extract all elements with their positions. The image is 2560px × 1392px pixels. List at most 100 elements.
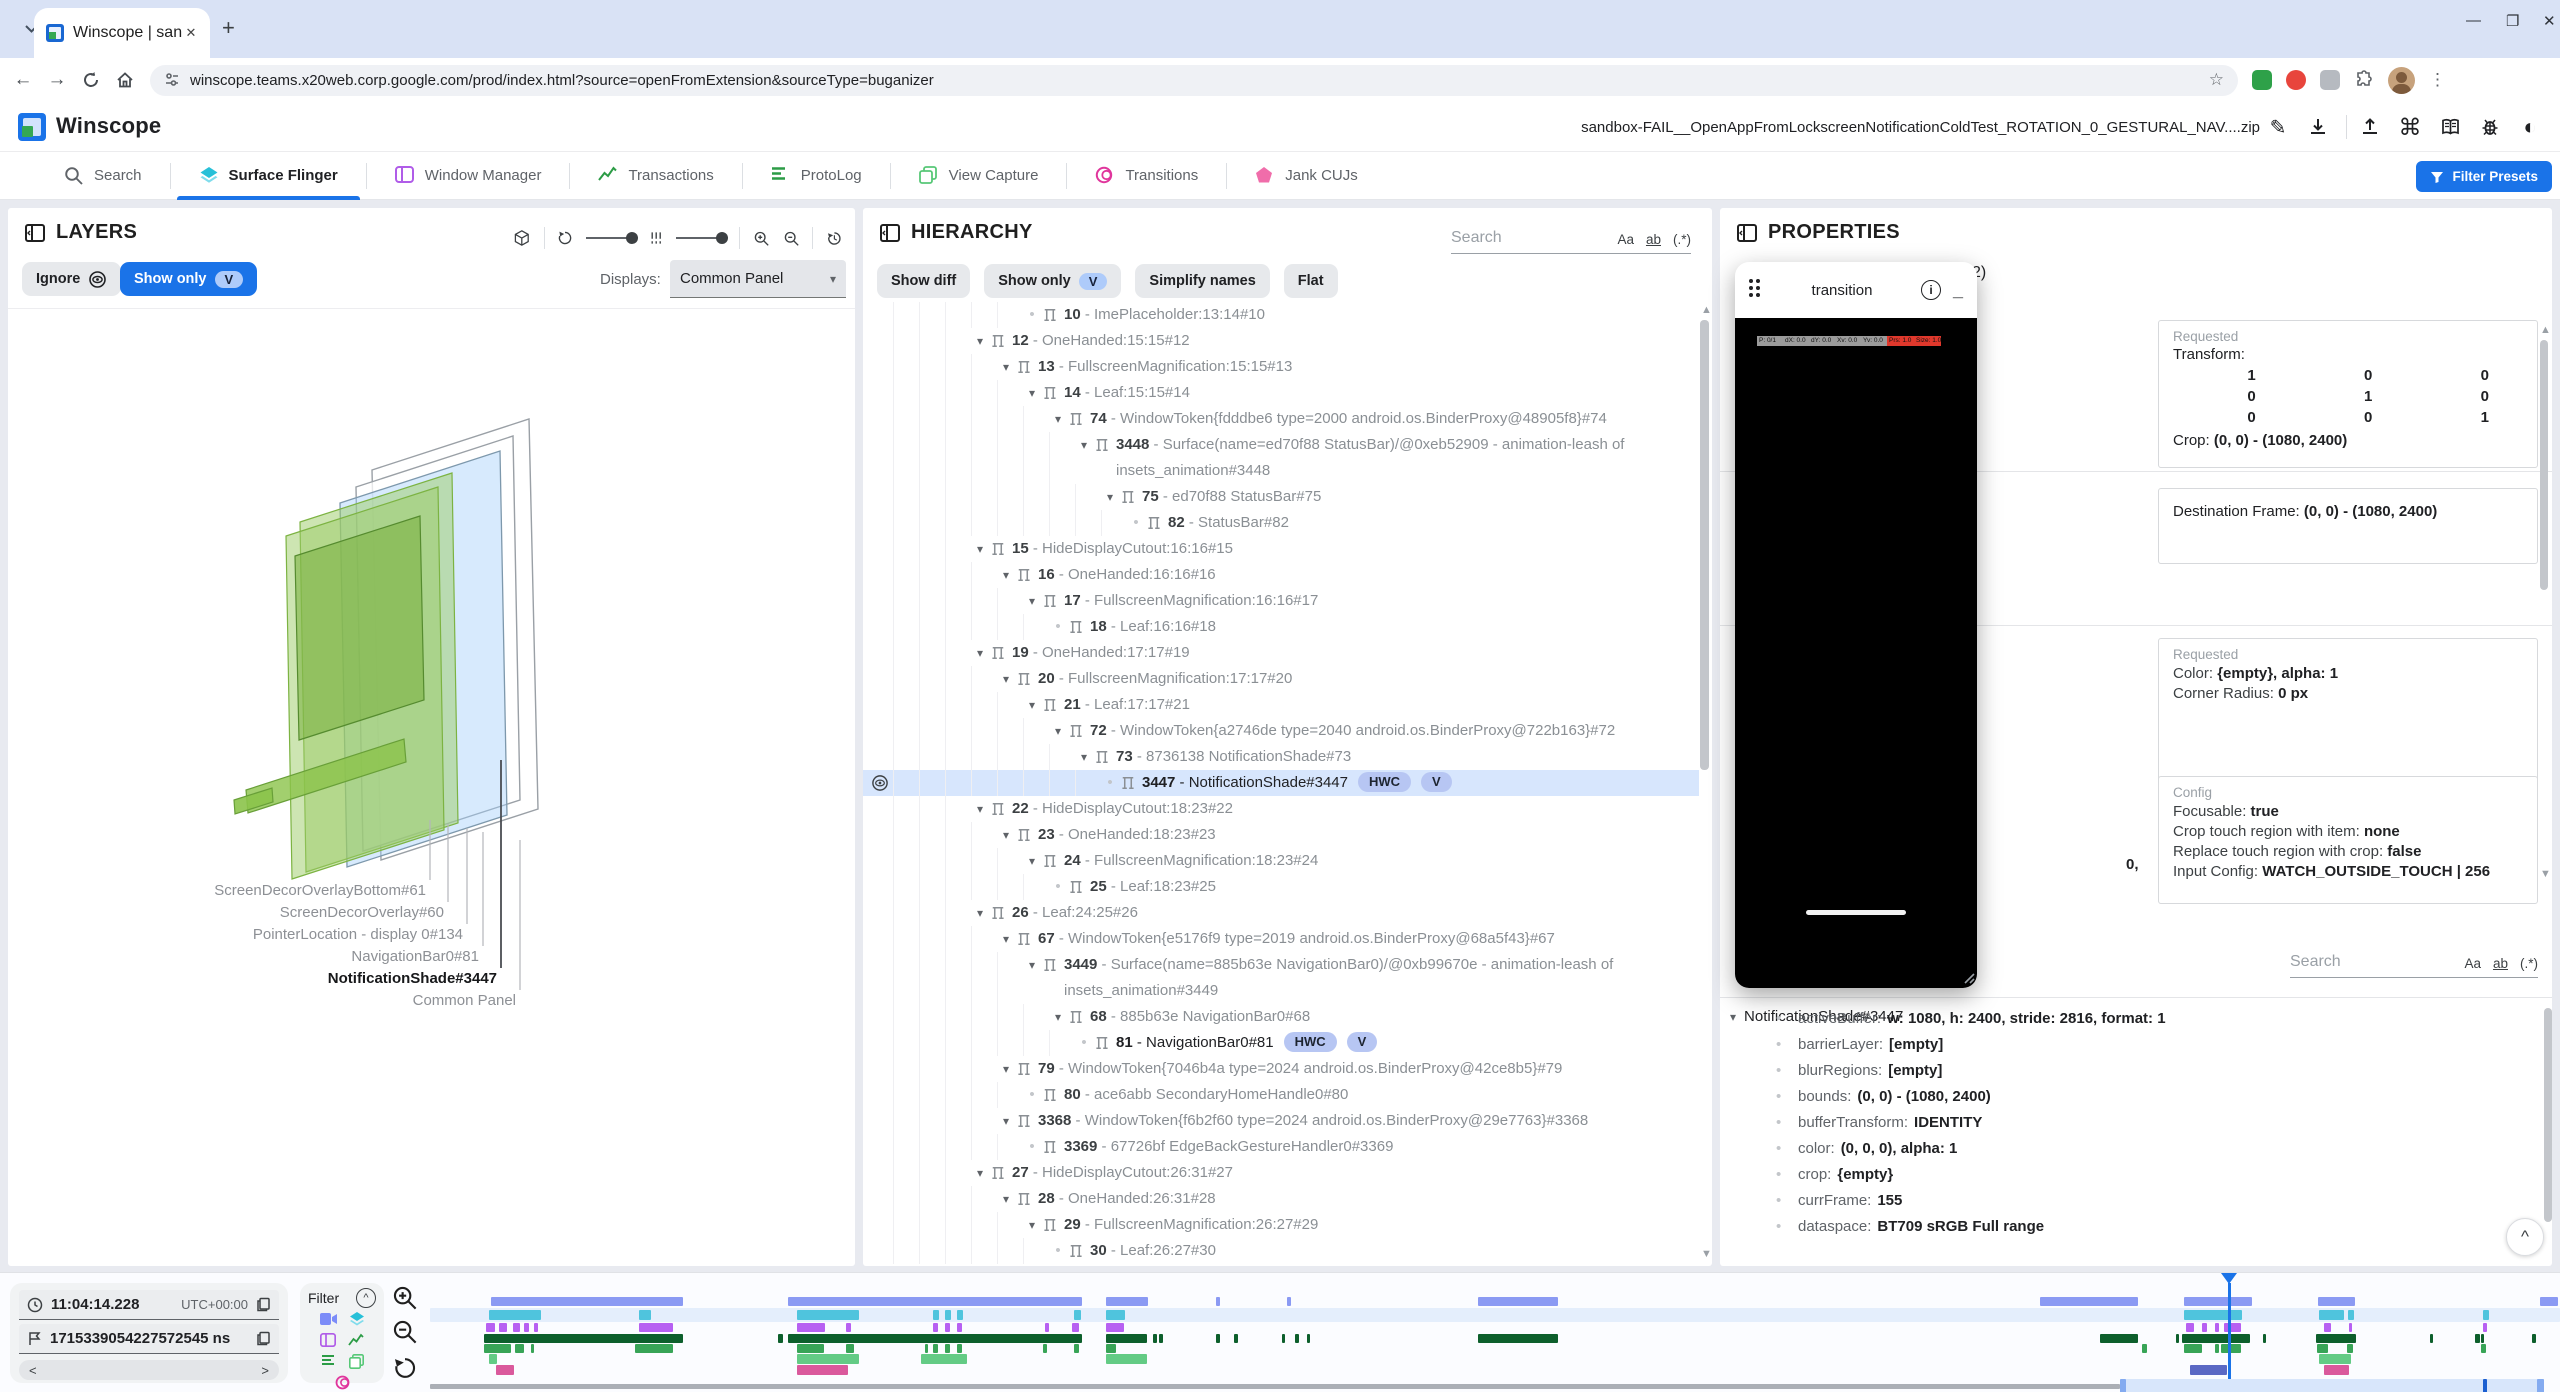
trace-entry-segment[interactable] (2430, 1334, 2433, 1343)
forward-icon[interactable]: → (40, 63, 74, 97)
trace-entry-segment[interactable] (489, 1354, 497, 1364)
property-row[interactable]: •dataspace:BT709 sRGB Full range (1720, 1214, 2538, 1240)
trace-entry-segment[interactable] (2540, 1297, 2558, 1306)
trace-entry-segment[interactable] (524, 1323, 529, 1332)
trace-entry-segment[interactable] (2221, 1344, 2241, 1353)
upload-icon[interactable] (2356, 113, 2384, 141)
trace-entry-segment[interactable] (486, 1323, 495, 1332)
trace-entry-segment[interactable] (2324, 1365, 2349, 1375)
info-icon[interactable]: i (1921, 280, 1941, 300)
hierarchy-search-input[interactable]: Search Aa ab (.*) (1451, 220, 1691, 254)
expand-arrow-icon[interactable]: ▾ (997, 1056, 1015, 1082)
extensions-puzzle-icon[interactable] (2354, 70, 2374, 90)
layer-label[interactable]: ScreenDecorOverlay#60 (280, 904, 444, 921)
trace-entry-segment[interactable] (1478, 1297, 1558, 1306)
hierarchy-node-14[interactable]: ▾14 - Leaf:15:15#14 (863, 380, 1699, 406)
trace-entry-segment[interactable] (1159, 1334, 1163, 1343)
range-handle[interactable] (2120, 1379, 2126, 1392)
ns-time-field[interactable]: 1715339054227572545 ns (19, 1324, 279, 1354)
tab-search[interactable]: Search (36, 152, 170, 200)
trace-entry-segment[interactable] (534, 1323, 538, 1332)
property-row[interactable]: •barrierLayer:[empty] (1720, 1032, 2538, 1058)
report-bug-icon[interactable] (2476, 113, 2504, 141)
hierarchy-node-28[interactable]: ▾28 - OneHanded:26:31#28 (863, 1186, 1699, 1212)
hierarchy-node-27[interactable]: ▾27 - HideDisplayCutout:26:31#27 (863, 1160, 1699, 1186)
scroll-down-icon[interactable]: ▼ (1701, 1248, 1712, 1260)
hierarchy-node-19[interactable]: ▾19 - OneHanded:17:17#19 (863, 640, 1699, 666)
filter-presets-button[interactable]: Filter Presets (2416, 161, 2552, 192)
expand-arrow-icon[interactable]: ▾ (1075, 744, 1093, 770)
hierarchy-node-82[interactable]: •82 - StatusBar#82 (863, 510, 1699, 536)
hierarchy-node-80[interactable]: •80 - ace6abb SecondaryHomeHandle0#80 (863, 1082, 1699, 1108)
hierarchy-node-3369[interactable]: •3369 - 67726bf EdgeBackGestureHandler0#… (863, 1134, 1699, 1160)
trace-entry-segment[interactable] (484, 1334, 683, 1343)
hierarchy-node-18[interactable]: •18 - Leaf:16:16#18 (863, 614, 1699, 640)
transitions-filter-icon[interactable] (335, 1375, 350, 1390)
scroll-to-top-button[interactable]: ^ (2506, 1218, 2544, 1256)
minimize-icon[interactable]: _ (1953, 280, 1963, 301)
hierarchy-node-3447[interactable]: •3447 - NotificationShade#3447HWCV (863, 770, 1699, 796)
layer-label[interactable]: PointerLocation - display 0#134 (253, 926, 463, 943)
resize-handle-icon[interactable] (1961, 970, 1975, 984)
trace-entry-segment[interactable] (957, 1344, 962, 1353)
collapse-filter-icon[interactable]: ^ (356, 1288, 376, 1308)
trace-entry-segment[interactable] (2483, 1323, 2487, 1332)
trace-entry-segment[interactable] (1216, 1297, 1220, 1306)
window-close-icon[interactable]: ✕ (2543, 12, 2556, 30)
trace-entry-segment[interactable] (2318, 1297, 2355, 1306)
transactions-filter-icon[interactable] (348, 1333, 364, 1347)
layer-label[interactable]: NavigationBar0#81 (351, 948, 479, 965)
trace-entry-segment[interactable] (1106, 1344, 1116, 1353)
timeline-cursor-handle[interactable] (2221, 1273, 2237, 1284)
expand-arrow-icon[interactable]: ▾ (997, 1108, 1015, 1134)
hierarchy-node-81[interactable]: •81 - NavigationBar0#81HWCV (863, 1030, 1699, 1056)
hierarchy-node-13[interactable]: ▾13 - FullscreenMagnification:15:15#13 (863, 354, 1699, 380)
next-frame-icon[interactable]: > (261, 1363, 269, 1378)
download-icon[interactable] (2304, 113, 2332, 141)
trace-entry-segment[interactable] (1295, 1334, 1299, 1343)
trace-entry-segment[interactable] (957, 1323, 962, 1332)
window-restore-icon[interactable]: ❐ (2506, 12, 2519, 30)
trace-entry-segment[interactable] (2184, 1344, 2202, 1353)
hierarchy-node-10[interactable]: •10 - ImePlaceholder:13:14#10 (863, 302, 1699, 328)
visibility-eye-icon[interactable] (871, 774, 889, 792)
tab-jank-cujs[interactable]: Jank CUJs (1227, 152, 1386, 200)
trace-entry-segment[interactable] (846, 1323, 851, 1332)
reload-icon[interactable] (74, 63, 108, 97)
expand-arrow-icon[interactable]: ▾ (997, 926, 1015, 952)
trace-entry-segment[interactable] (1287, 1297, 1291, 1306)
tab-transitions[interactable]: Transitions (1067, 152, 1226, 200)
regex-icon[interactable]: (.*) (1673, 232, 1691, 247)
trace-entry-segment[interactable] (846, 1344, 854, 1353)
expand-arrow-icon[interactable]: ▾ (1023, 1212, 1041, 1238)
hierarchy-node-75[interactable]: ▾75 - ed70f88 StatusBar#75 (863, 484, 1699, 510)
ns-timestamp-value[interactable]: 1715339054227572545 ns (50, 1330, 248, 1347)
trace-entry-segment[interactable] (2324, 1323, 2331, 1332)
hierarchy-node-3368[interactable]: ▾3368 - WindowToken{f6b2f60 type=2024 an… (863, 1108, 1699, 1134)
property-row[interactable]: •currFrame:155 (1720, 1188, 2538, 1214)
surface-flinger-filter-icon[interactable] (349, 1312, 365, 1328)
trace-entry-segment[interactable] (1045, 1323, 1049, 1332)
expand-arrow-icon[interactable]: ▾ (1023, 692, 1041, 718)
trace-entry-segment[interactable] (2190, 1365, 2227, 1375)
trace-entry-segment[interactable] (797, 1310, 859, 1320)
hierarchy-node-29[interactable]: ▾29 - FullscreenMagnification:26:27#29 (863, 1212, 1699, 1238)
trace-entry-segment[interactable] (2319, 1354, 2351, 1364)
trace-entry-segment[interactable] (2215, 1344, 2219, 1353)
trace-entry-segment[interactable] (2532, 1334, 2536, 1343)
flat-chip[interactable]: Flat (1284, 264, 1338, 298)
hierarchy-node-73[interactable]: ▾73 - 8736138 NotificationShade#73 (863, 744, 1699, 770)
trace-entry-segment[interactable] (921, 1354, 967, 1364)
layer-label[interactable]: Common Panel (413, 992, 516, 1009)
layer-label[interactable]: ScreenDecorOverlayBottom#61 (214, 882, 426, 899)
profile-avatar[interactable] (2388, 67, 2415, 94)
layers-3d-view[interactable] (8, 208, 855, 1266)
expand-arrow-icon[interactable]: ▾ (1023, 848, 1041, 874)
trace-entry-segment[interactable] (925, 1344, 928, 1353)
human-time-field[interactable]: 11:04:14.228 UTC+00:00 (19, 1290, 279, 1320)
expand-arrow-icon[interactable]: ▾ (997, 562, 1015, 588)
trace-entry-segment[interactable] (2348, 1310, 2354, 1320)
property-row[interactable]: •color:(0, 0, 0), alpha: 1 (1720, 1136, 2538, 1162)
expand-arrow-icon[interactable]: ▾ (971, 1160, 989, 1186)
trace-entry-segment[interactable] (2483, 1310, 2489, 1320)
